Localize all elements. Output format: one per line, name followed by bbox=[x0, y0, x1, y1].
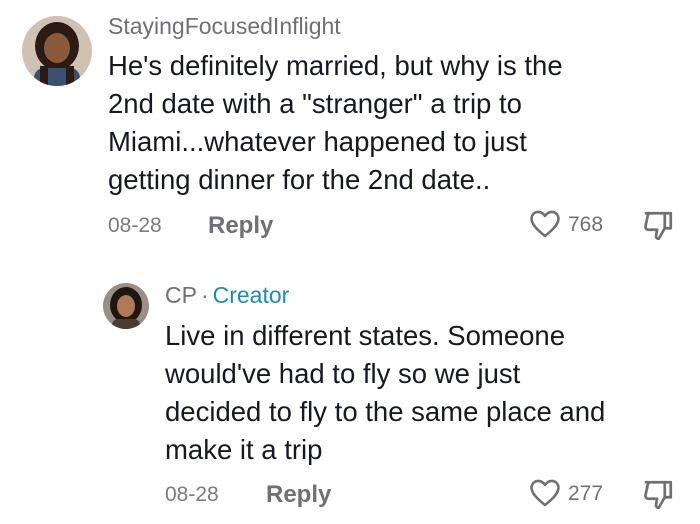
separator-dot: · bbox=[200, 282, 209, 308]
creator-avatar[interactable] bbox=[103, 283, 149, 329]
comment-2: CP · Creator Live in different states. Som… bbox=[0, 260, 700, 524]
reply-button[interactable]: Reply bbox=[266, 481, 331, 509]
comment-1: StayingFocusedInflight He's definitely m… bbox=[0, 0, 700, 250]
comment-text: Live in different states. Someone would'… bbox=[165, 317, 605, 469]
comment-text-line: would've had to fly so we just bbox=[165, 358, 521, 389]
like-count: 768 bbox=[568, 213, 604, 236]
comment-text-line: decided to fly to the same place and bbox=[165, 396, 606, 427]
heart-outline-icon[interactable] bbox=[528, 207, 562, 241]
creator-header: CP · Creator bbox=[165, 282, 289, 309]
comment-text: He's definitely married, but why is the … bbox=[108, 47, 563, 199]
comment-text-line: make it a trip bbox=[165, 434, 323, 465]
comment-text-line: He's definitely married, but why is the bbox=[108, 50, 563, 81]
heart-outline-icon[interactable] bbox=[528, 476, 562, 510]
comment-date: 08-28 bbox=[165, 483, 219, 506]
comment-date: 08-28 bbox=[108, 214, 162, 237]
comment-username[interactable]: CP bbox=[165, 282, 197, 308]
reply-button[interactable]: Reply bbox=[208, 212, 273, 240]
like-count: 277 bbox=[568, 482, 604, 505]
creator-badge: Creator bbox=[212, 282, 290, 308]
comment-text-line: Miami...whatever happened to just bbox=[108, 126, 527, 157]
comment-text-line: 2nd date with a "stranger" a trip to bbox=[108, 88, 522, 119]
comment-text-line: Live in different states. Someone bbox=[165, 320, 566, 351]
comment-username[interactable]: StayingFocusedInflight bbox=[108, 13, 341, 40]
thumbs-down-outline-icon[interactable] bbox=[640, 208, 676, 244]
thumbs-down-outline-icon[interactable] bbox=[640, 477, 676, 513]
avatar[interactable] bbox=[22, 16, 92, 86]
comment-text-line: getting dinner for the 2nd date.. bbox=[108, 164, 491, 195]
